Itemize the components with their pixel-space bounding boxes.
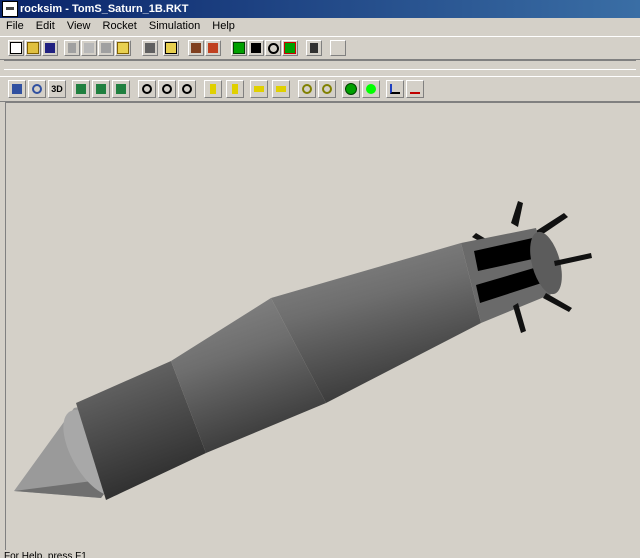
main-toolbar <box>0 36 640 60</box>
grid-button[interactable] <box>231 40 247 56</box>
save-button[interactable] <box>42 40 58 56</box>
stage-three-button[interactable] <box>112 80 130 98</box>
launch-guide-icon[interactable] <box>386 80 404 98</box>
status-bar: For Help, press F1 <box>0 549 640 558</box>
properties-button[interactable] <box>163 40 179 56</box>
spin-icon[interactable] <box>342 80 360 98</box>
status-text: For Help, press F1 <box>4 551 87 558</box>
view-toolbar: 3D <box>0 76 640 102</box>
paste-button[interactable] <box>98 40 114 56</box>
zoom-tool-icon[interactable] <box>138 80 156 98</box>
menu-help[interactable]: Help <box>208 18 239 34</box>
rotate-ccw-icon[interactable] <box>298 80 316 98</box>
graph-button[interactable] <box>248 40 264 56</box>
view-3d-button[interactable]: 3D <box>48 80 66 98</box>
move-right-icon[interactable] <box>272 80 290 98</box>
rocket-model <box>14 201 592 500</box>
move-down-icon[interactable] <box>226 80 244 98</box>
zoom-out-icon[interactable] <box>178 80 196 98</box>
menu-simulation[interactable]: Simulation <box>145 18 204 34</box>
menu-edit[interactable]: Edit <box>32 18 59 34</box>
clipboard-button[interactable] <box>115 40 131 56</box>
context-help-button[interactable] <box>306 40 322 56</box>
copy-button[interactable] <box>81 40 97 56</box>
menu-rocket[interactable]: Rocket <box>99 18 141 34</box>
toolbar-divider <box>4 60 636 70</box>
stage-two-button[interactable] <box>92 80 110 98</box>
delete-button[interactable] <box>282 40 298 56</box>
ground-icon[interactable] <box>406 80 424 98</box>
move-left-icon[interactable] <box>250 80 268 98</box>
zoom-button[interactable] <box>265 40 281 56</box>
rotate-cw-icon[interactable] <box>318 80 336 98</box>
open-folder-button[interactable] <box>25 40 41 56</box>
front-view-button[interactable] <box>28 80 46 98</box>
menu-view[interactable]: View <box>63 18 95 34</box>
mass-button[interactable] <box>205 40 221 56</box>
cut-button[interactable] <box>64 40 80 56</box>
window-title: rocksim - TomS_Saturn_1B.RKT <box>20 3 189 15</box>
blank-button[interactable] <box>330 40 346 56</box>
menu-file[interactable]: File <box>0 18 28 34</box>
new-file-button[interactable] <box>8 40 24 56</box>
color-icon[interactable] <box>362 80 380 98</box>
component-button[interactable] <box>188 40 204 56</box>
move-up-icon[interactable] <box>204 80 222 98</box>
rocket-3d-viewport[interactable] <box>5 102 640 550</box>
menu-bar: File Edit View Rocket Simulation Help <box>0 18 640 34</box>
stage-one-button[interactable] <box>72 80 90 98</box>
print-button[interactable] <box>142 40 158 56</box>
title-bar: rocksim - TomS_Saturn_1B.RKT <box>0 0 640 18</box>
zoom-in-icon[interactable] <box>158 80 176 98</box>
side-view-button[interactable] <box>8 80 26 98</box>
app-icon <box>2 1 18 17</box>
